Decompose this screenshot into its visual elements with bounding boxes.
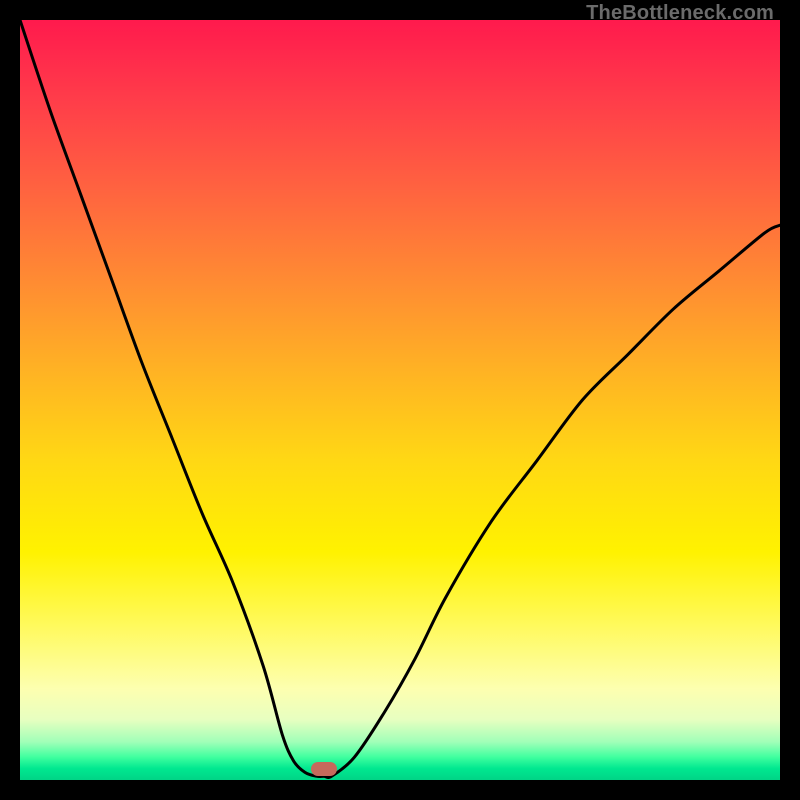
chart-frame bbox=[20, 20, 780, 780]
watermark-text: TheBottleneck.com bbox=[586, 2, 774, 25]
chart-curve-svg bbox=[20, 20, 780, 780]
chart-curve-path bbox=[20, 20, 780, 778]
chart-marker bbox=[311, 762, 337, 776]
